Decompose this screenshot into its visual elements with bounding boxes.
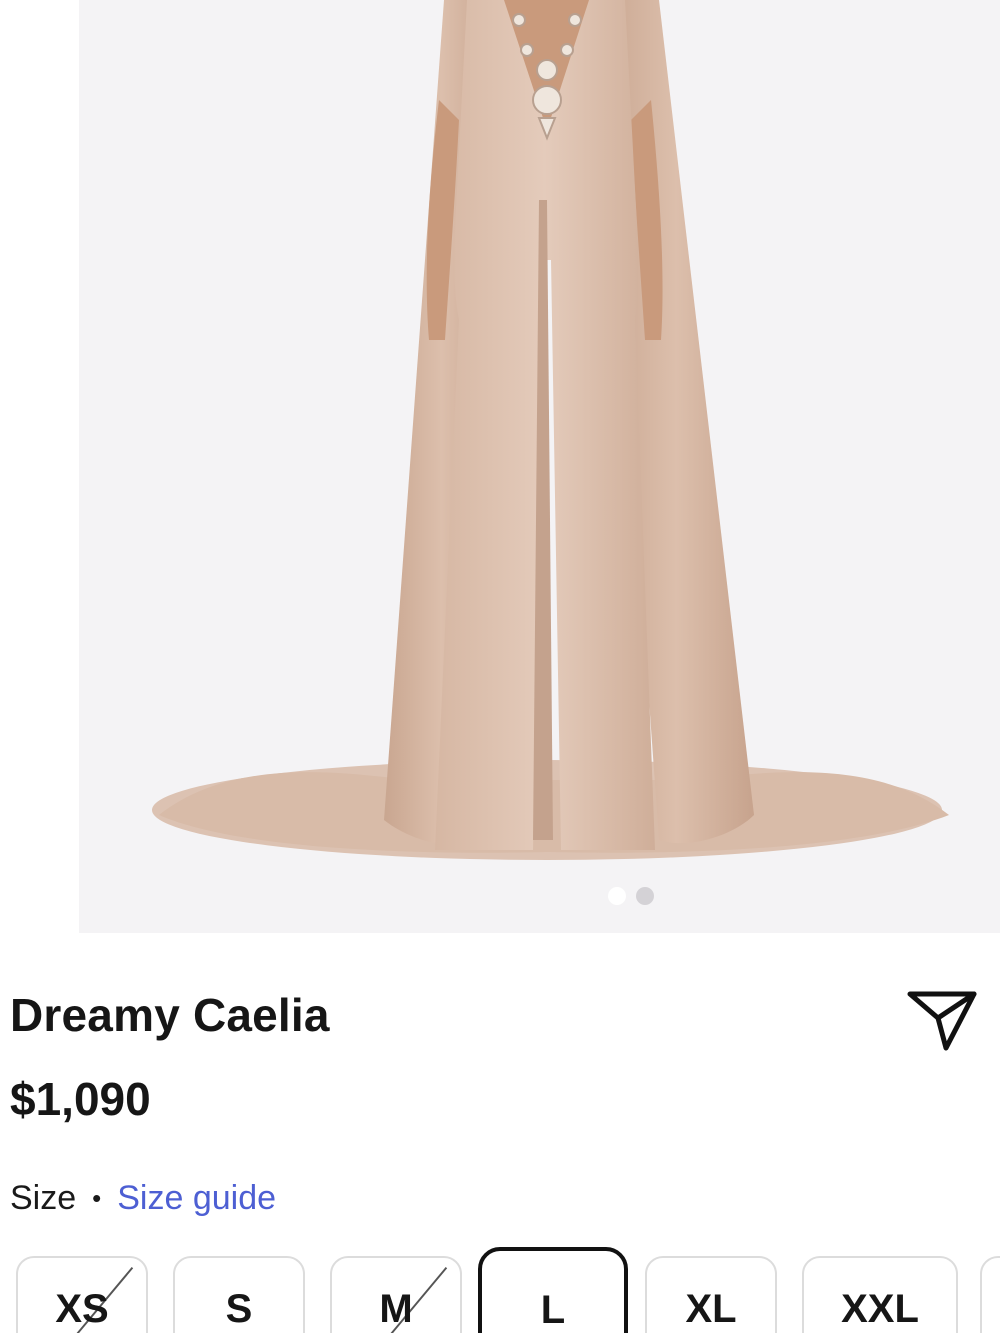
size-option-m[interactable]: M xyxy=(330,1256,462,1333)
size-option-l[interactable]: L xyxy=(478,1247,628,1333)
size-option-label: XXL xyxy=(841,1287,919,1331)
size-label: Size xyxy=(10,1179,77,1217)
size-option-xxl[interactable]: XXL xyxy=(802,1256,958,1333)
size-option-xl[interactable]: XL xyxy=(645,1256,777,1333)
product-page: Dreamy Caelia $1,090 Size • Size guide X… xyxy=(0,0,1000,1333)
product-image[interactable] xyxy=(79,0,1000,933)
carousel-dot-2[interactable] xyxy=(636,887,654,905)
size-option-label: L xyxy=(540,1288,566,1332)
size-guide-link[interactable]: Size guide xyxy=(117,1176,276,1220)
size-option-label: XL xyxy=(685,1287,737,1331)
size-option-label: S xyxy=(225,1287,253,1331)
jumpsuit-illustration xyxy=(152,0,949,860)
size-header: Size • Size guide xyxy=(10,1176,276,1220)
size-option-xs[interactable]: XS xyxy=(16,1256,148,1333)
size-option-label: XS xyxy=(55,1287,109,1331)
size-option-s[interactable]: S xyxy=(173,1256,305,1333)
product-title: Dreamy Caelia xyxy=(10,989,330,1041)
size-option-next-partial[interactable] xyxy=(980,1256,1000,1333)
product-price: $1,090 xyxy=(10,1073,151,1125)
carousel-dot-1[interactable] xyxy=(608,887,626,905)
size-option-label: M xyxy=(379,1287,413,1331)
carousel-indicator[interactable] xyxy=(608,887,654,905)
paper-plane-icon[interactable] xyxy=(906,988,978,1054)
size-separator: • xyxy=(92,1183,102,1213)
